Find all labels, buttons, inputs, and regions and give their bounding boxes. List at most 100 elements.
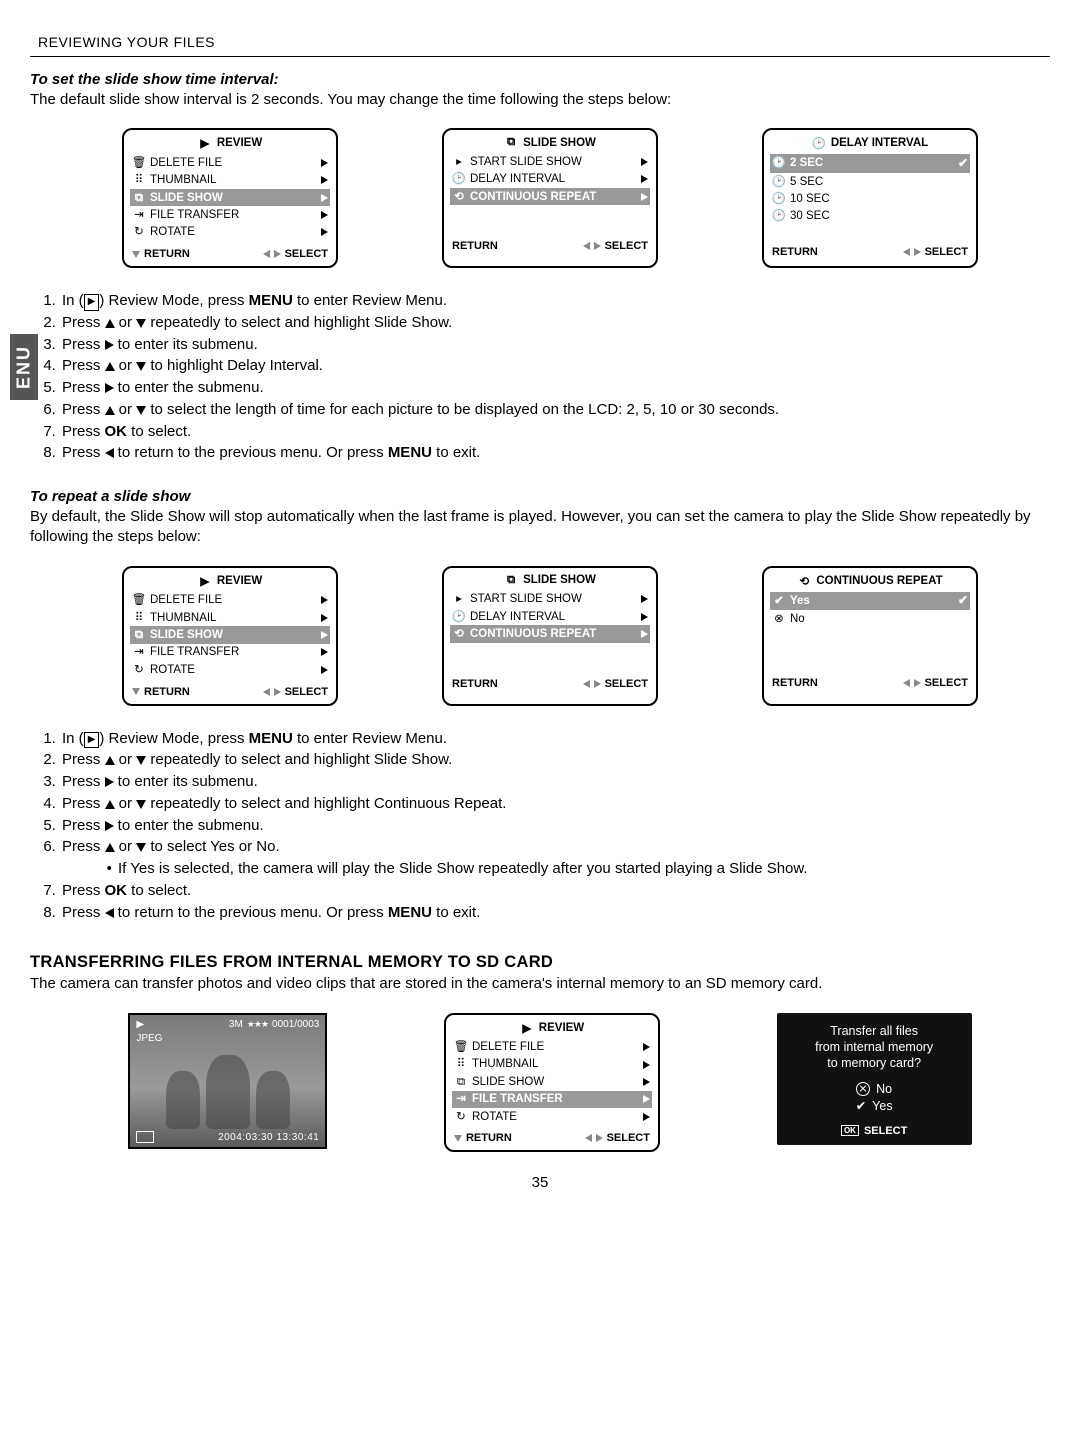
check-icon: ✔ [856, 1098, 866, 1113]
clock-icon: 🕑 [772, 175, 786, 189]
steps-interval: In (▶) Review Mode, press MENU to enter … [36, 290, 1050, 464]
page-header: REVIEWING YOUR FILES [30, 32, 1050, 57]
select-label: SELECT [605, 240, 648, 252]
step: Press to enter the submenu. [60, 377, 1050, 399]
chevron-right-icon [321, 194, 328, 202]
menu-item-label: THUMBNAIL [146, 611, 321, 625]
grid-icon: ⠿ [132, 173, 146, 187]
menu-item: ⠿THUMBNAIL [452, 1056, 652, 1073]
menu-item: ↻ROTATE [130, 661, 330, 678]
menu-item-label: DELETE FILE [146, 593, 321, 607]
down-icon [132, 251, 140, 258]
dialog-option-yes: ✔Yes [856, 1098, 893, 1113]
menu-item-label: DELETE FILE [146, 156, 321, 170]
return-label: RETURN [144, 248, 190, 260]
return-label: RETURN [452, 678, 498, 690]
menu-item: 🗑DELETE FILE [130, 592, 330, 609]
chevron-right-icon [641, 193, 648, 201]
chevron-right-icon [321, 176, 328, 184]
menu-review: ▶REVIEW 🗑DELETE FILE ⠿THUMBNAIL ⧉SLIDE S… [122, 566, 338, 706]
menu-review: ▶REVIEW 🗑DELETE FILE ⠿THUMBNAIL ⧉SLIDE S… [444, 1013, 660, 1153]
menu-title: REVIEW [217, 137, 262, 149]
step: Press to enter the submenu. [60, 815, 1050, 837]
play-icon: ▶ [198, 574, 212, 588]
menu-item-label: FILE TRANSFER [146, 645, 321, 659]
counter-label: 0001/0003 [272, 1019, 319, 1030]
menu-item: ▸START SLIDE SHOW [450, 591, 650, 608]
left-icon [903, 248, 910, 256]
check-icon [958, 156, 968, 172]
return-label: RETURN [144, 686, 190, 698]
slideshow-icon: ⧉ [132, 191, 146, 205]
menu-footer: RETURN SELECT [452, 1129, 652, 1144]
menu-item-label: 10 SEC [786, 192, 968, 206]
subhead-repeat: To repeat a slide show [30, 488, 1050, 505]
select-label: SELECT [285, 686, 328, 698]
menu-footer: RETURN SELECT [450, 675, 650, 690]
menu-item-label: 5 SEC [786, 175, 968, 189]
step: Press or repeatedly to select and highli… [60, 312, 1050, 334]
steps-repeat: In (▶) Review Mode, press MENU to enter … [36, 728, 1050, 924]
menu-title: SLIDE SHOW [523, 574, 596, 586]
menu-footer: RETURN SELECT [130, 683, 330, 698]
left-icon [583, 242, 590, 250]
menu-footer: RETURN SELECT [770, 243, 970, 258]
menu-item: 🕑10 SEC [770, 190, 970, 207]
menu-item-label: SLIDE SHOW [468, 1075, 643, 1089]
menu-item-label: FILE TRANSFER [146, 208, 321, 222]
slideshow-icon: ⧉ [504, 136, 518, 149]
right-icon [594, 242, 601, 250]
menu-item: ⧉SLIDE SHOW [452, 1073, 652, 1090]
menu-item-label: 30 SEC [786, 209, 968, 223]
menu-item: 🗑DELETE FILE [452, 1039, 652, 1056]
menu-item: 🕑5 SEC [770, 173, 970, 190]
menu-item-label: ROTATE [146, 225, 321, 239]
menu-footer: RETURN SELECT [770, 674, 970, 689]
resolution-label: 3M [229, 1019, 243, 1030]
menu-slideshow: ⧉SLIDE SHOW ▸START SLIDE SHOW 🕑DELAY INT… [442, 566, 658, 706]
menu-footer: RETURN SELECT [130, 245, 330, 260]
step-sub-item: If Yes is selected, the camera will play… [116, 858, 1050, 880]
select-label: SELECT [925, 246, 968, 258]
down-icon [136, 319, 146, 328]
select-label: SELECT [925, 677, 968, 689]
subhead-interval: To set the slide show time interval: [30, 71, 1050, 88]
menu-item-highlight: ⇥FILE TRANSFER [452, 1091, 652, 1108]
menu-delay-interval: 🕑DELAY INTERVAL 🕑2 SEC 🕑5 SEC 🕑10 SEC 🕑3… [762, 128, 978, 268]
menu-title: CONTINUOUS REPEAT [816, 575, 942, 587]
lcd-preview: ▶ JPEG 3M★★★0001/0003 2004:03:30 13:30:4… [128, 1013, 327, 1149]
step: Press or to highlight Delay Interval. [60, 355, 1050, 377]
down-icon [136, 406, 146, 415]
menu-title: REVIEW [217, 575, 262, 587]
para-interval: The default slide show interval is 2 sec… [30, 90, 1050, 110]
return-label: RETURN [772, 677, 818, 689]
step-sub: If Yes is selected, the camera will play… [76, 858, 1050, 880]
right-icon [105, 383, 114, 393]
menu-item-label: DELAY INTERVAL [466, 610, 641, 624]
menu-item-highlight: ⧉SLIDE SHOW [130, 626, 330, 643]
left-icon [105, 448, 114, 458]
chevron-right-icon [641, 175, 648, 183]
dialog-option-no: No [856, 1082, 892, 1096]
step: Press or repeatedly to select and highli… [60, 793, 1050, 815]
step: Press to return to the previous menu. Or… [60, 442, 1050, 464]
menu-review: ▶REVIEW 🗑DELETE FILE ⠿THUMBNAIL ⧉SLIDE S… [122, 128, 338, 268]
dialog-footer: OKSELECT [841, 1125, 907, 1137]
menu-item-label: No [786, 612, 968, 626]
review-icon: ▶ [84, 294, 100, 311]
menu-item-highlight: ⧉SLIDE SHOW [130, 189, 330, 206]
transfer-icon: ⇥ [132, 208, 146, 222]
battery-icon [136, 1131, 154, 1143]
menu-item-label: CONTINUOUS REPEAT [466, 627, 641, 641]
chevron-right-icon [641, 158, 648, 166]
para-repeat: By default, the Slide Show will stop aut… [30, 507, 1050, 548]
menu-item-label: START SLIDE SHOW [466, 592, 641, 606]
no-icon [856, 1082, 870, 1096]
menu-row-1: ▶REVIEW 🗑DELETE FILE ⠿THUMBNAIL ⧉SLIDE S… [90, 128, 1010, 268]
up-icon [105, 362, 115, 371]
menu-item-label: SLIDE SHOW [146, 191, 321, 205]
step: Press OK to select. [60, 880, 1050, 902]
menu-title: REVIEW [539, 1022, 584, 1034]
review-icon: ▶ [84, 732, 100, 749]
menu-footer: RETURN SELECT [450, 237, 650, 252]
